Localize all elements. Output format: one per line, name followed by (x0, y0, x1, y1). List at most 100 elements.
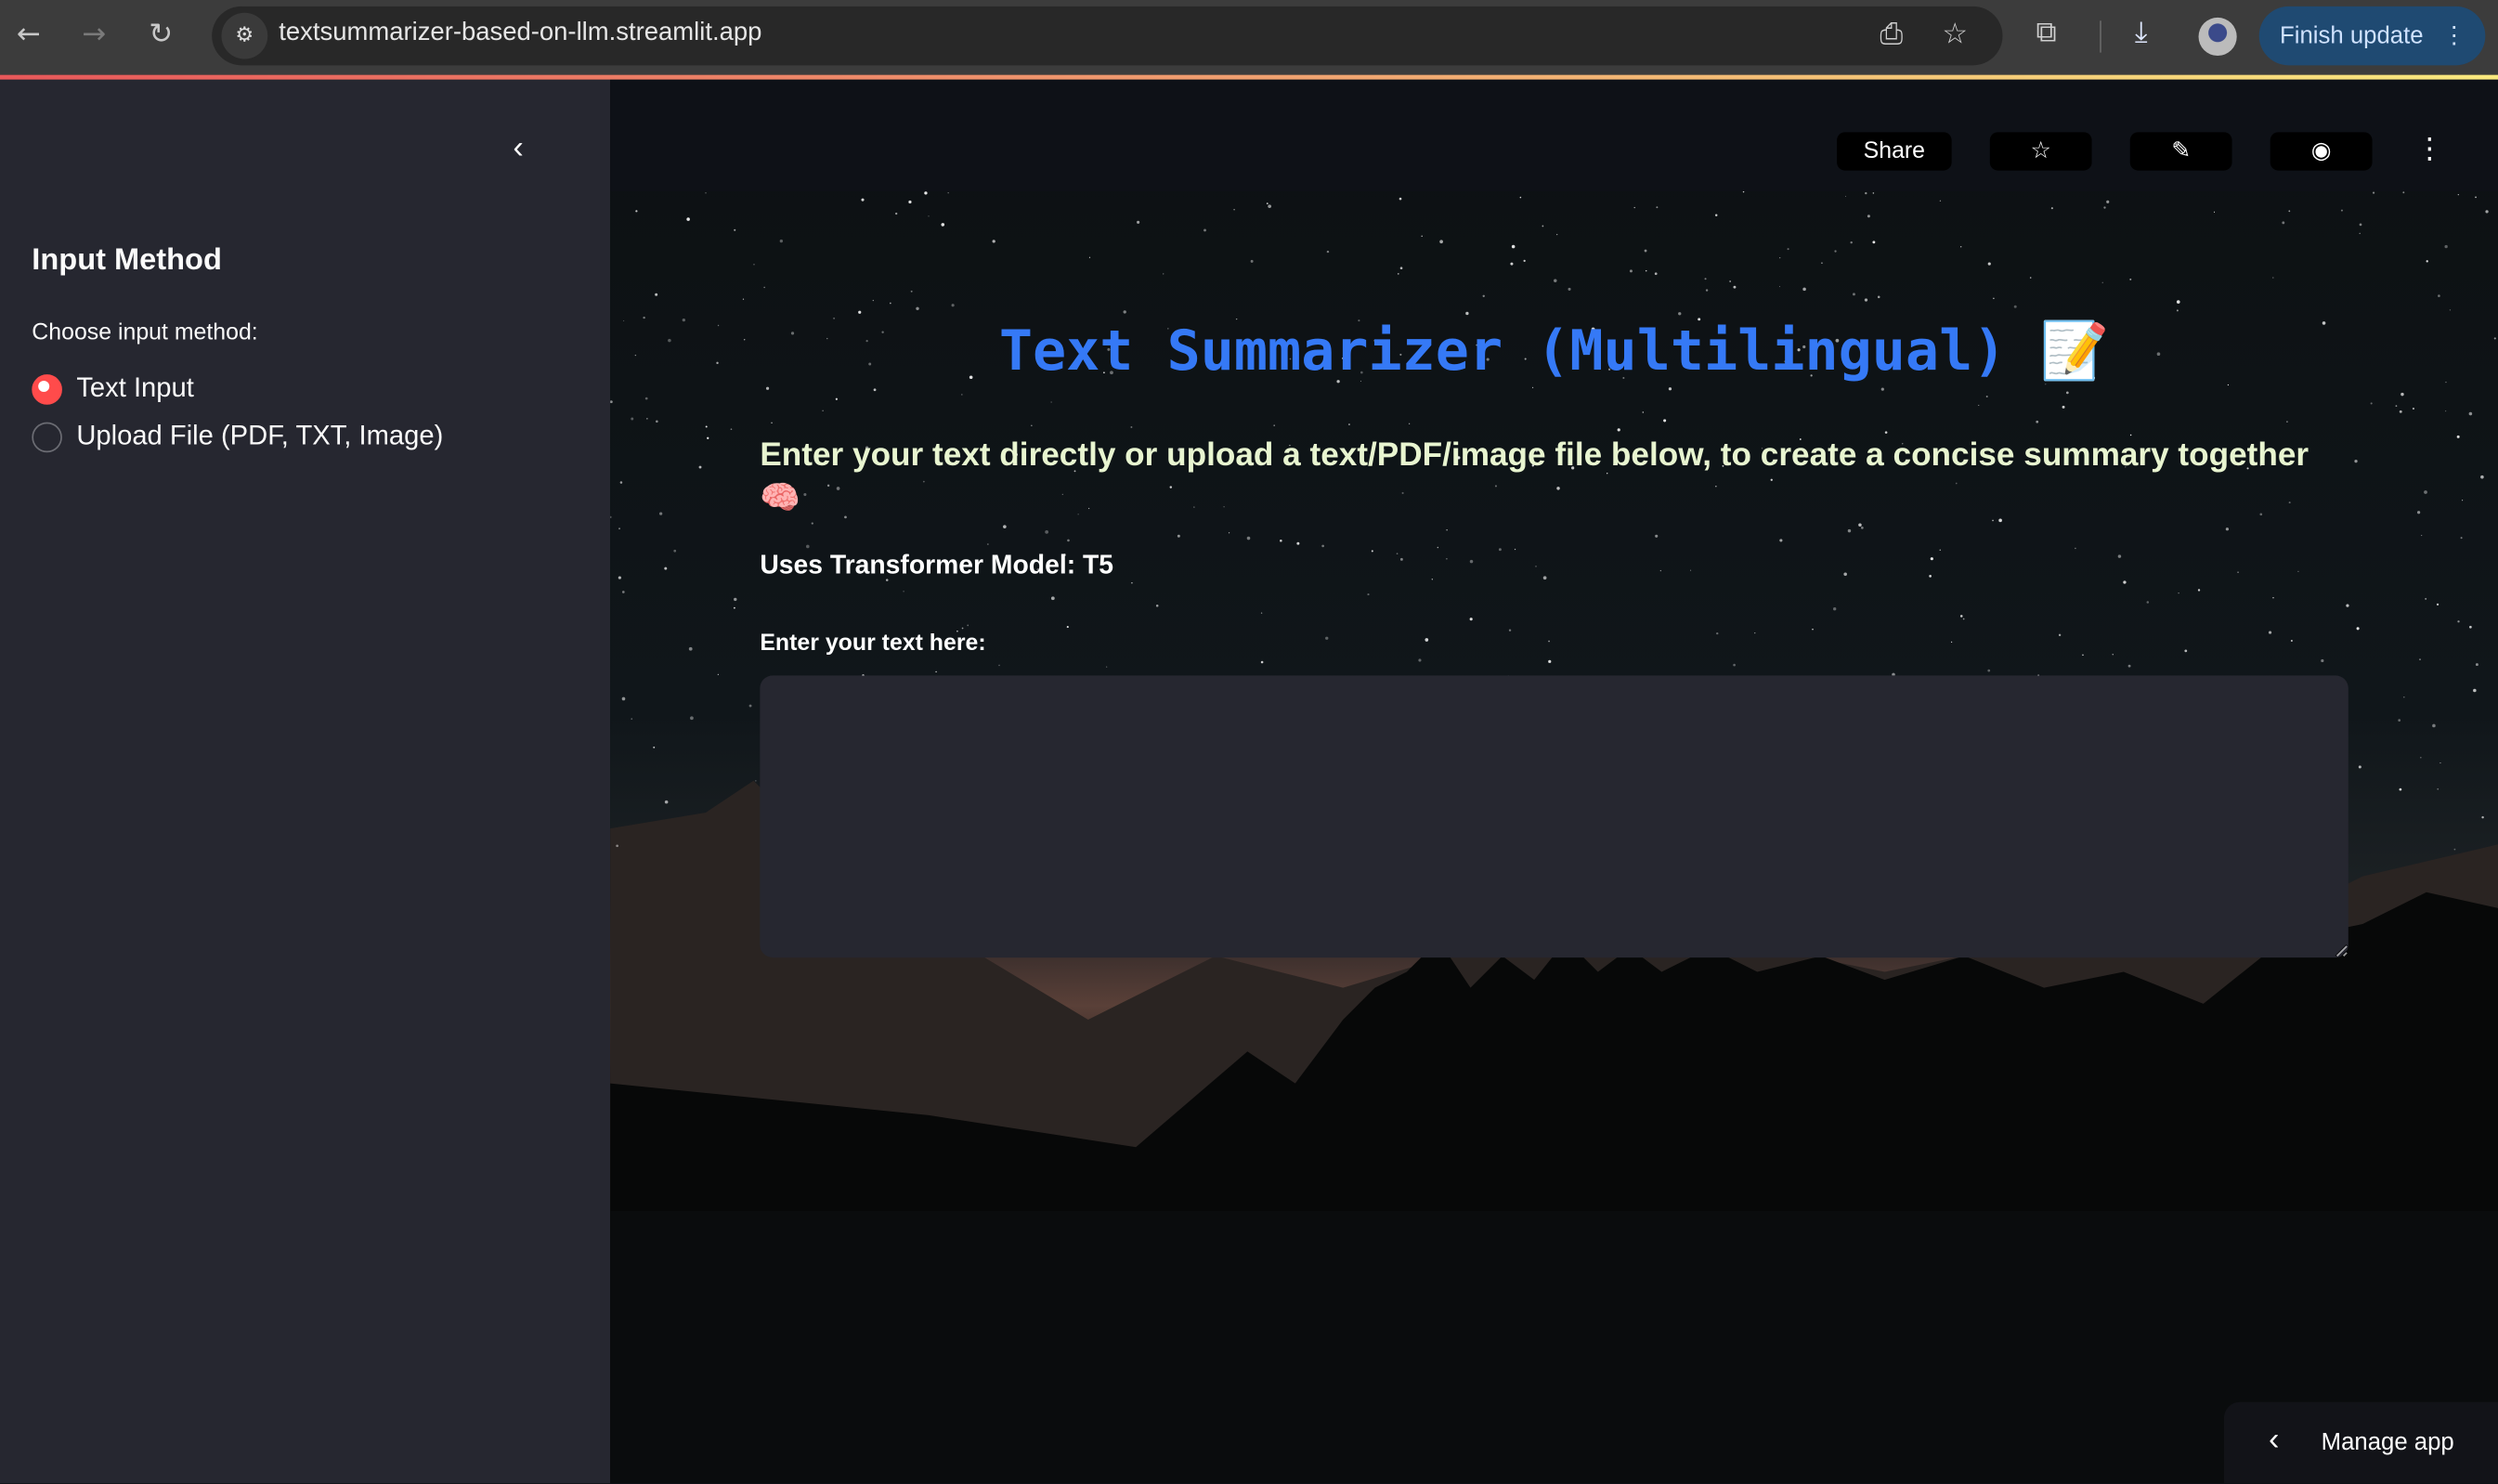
star (903, 591, 904, 592)
profile-avatar[interactable] (2198, 17, 2237, 57)
star (705, 425, 708, 428)
star (646, 418, 648, 420)
forward-arrow-icon[interactable]: → (75, 16, 113, 54)
star (2297, 570, 2299, 573)
star (2475, 663, 2478, 667)
star (2225, 527, 2230, 531)
star (763, 286, 765, 289)
lake-reflection (610, 1210, 2498, 1484)
star (2268, 631, 2272, 634)
star (992, 240, 995, 243)
star (631, 417, 634, 421)
star (1642, 411, 1645, 413)
finish-update-button[interactable]: Finish update ⋮ (2258, 6, 2486, 66)
star (1704, 278, 1707, 280)
star (1554, 279, 1557, 283)
extensions-icon[interactable]: ⧉ (2036, 16, 2057, 49)
star (1498, 548, 1502, 552)
url-text[interactable]: textsummarizer-based-on-llm.streamlit.ap… (279, 20, 761, 48)
star (2473, 688, 2477, 693)
star (2062, 405, 2065, 409)
star (811, 522, 813, 525)
star (2480, 475, 2484, 479)
star (2468, 411, 2473, 416)
radio-upload-file[interactable]: Upload File (PDF, TXT, Image) (32, 419, 443, 454)
star (1325, 636, 1329, 640)
main-content: Share ☆ ✎ ◉ ⋮ Text Summarizer (Multiling… (610, 79, 2498, 1484)
star (779, 239, 783, 243)
star (941, 223, 945, 227)
edit-button[interactable]: ✎ (2129, 132, 2232, 171)
star (1629, 269, 1633, 273)
bookmark-star-icon[interactable]: ☆ (1942, 18, 1968, 51)
star (659, 512, 663, 515)
star (1654, 272, 1658, 276)
radio-unselected-icon[interactable] (32, 421, 62, 452)
star (1754, 631, 1756, 634)
star (1742, 190, 1745, 193)
star (1425, 638, 1429, 642)
star (1130, 425, 1133, 428)
star (1867, 215, 1870, 218)
star (1399, 197, 1402, 201)
star (2445, 410, 2447, 412)
star (2346, 604, 2349, 607)
share-button[interactable]: Share (1837, 132, 1952, 171)
star (707, 436, 709, 439)
back-arrow-icon[interactable]: ← (9, 16, 47, 54)
star (951, 304, 955, 307)
star (1951, 641, 1953, 643)
kebab-menu-icon[interactable]: ⋮ (2442, 7, 2466, 65)
star (655, 293, 658, 296)
star (2117, 554, 2122, 558)
star (1296, 541, 1300, 545)
star (2146, 601, 2150, 604)
star (1280, 539, 1282, 542)
star (2127, 664, 2131, 668)
star (1833, 607, 1837, 611)
star (2456, 435, 2460, 438)
collapse-sidebar-icon[interactable]: ‹ (513, 131, 523, 167)
star (1865, 191, 1867, 195)
star (889, 302, 891, 305)
app-header: Share ☆ ✎ ◉ ⋮ (610, 79, 2498, 191)
text-input-area[interactable] (760, 675, 2348, 958)
download-icon[interactable]: ⤓ (2135, 16, 2148, 49)
star (2436, 603, 2439, 606)
page-subtitle: Enter your text directly or upload a tex… (760, 436, 2309, 516)
star (1633, 206, 1635, 209)
star (1519, 196, 1522, 199)
site-settings-icon[interactable]: ⚙ (221, 12, 268, 59)
star (2424, 490, 2427, 494)
install-app-icon[interactable]: ⎙ (1880, 18, 1903, 51)
finish-update-label: Finish update (2280, 22, 2424, 50)
manage-app-button[interactable]: ‹ Manage app (2223, 1401, 2498, 1484)
star (2485, 210, 2489, 214)
star (1465, 311, 1469, 316)
star (1123, 310, 1126, 314)
star (1714, 214, 1718, 217)
star (1690, 569, 1692, 571)
star-button[interactable]: ☆ (1989, 132, 2092, 171)
reload-icon[interactable]: ↻ (142, 16, 180, 54)
star (1273, 424, 1275, 426)
star (1861, 527, 1864, 529)
star (908, 200, 912, 204)
star (1787, 248, 1789, 251)
radio-text-input[interactable]: Text Input (32, 371, 194, 407)
model-info: Uses Transformer Model: T5 (760, 551, 1114, 580)
star (1872, 192, 1875, 194)
kebab-menu-icon[interactable]: ⋮ (2415, 132, 2444, 165)
star (1853, 293, 1855, 296)
star (1668, 387, 1672, 391)
address-bar[interactable]: ⚙ textsummarizer-based-on-llm.streamlit.… (212, 6, 2003, 66)
github-button[interactable]: ◉ (2270, 132, 2373, 171)
star (631, 718, 633, 720)
star (2403, 696, 2405, 698)
star (621, 591, 625, 593)
radio-selected-icon[interactable] (32, 373, 62, 404)
star (1399, 557, 1403, 561)
star (635, 210, 638, 213)
star (610, 515, 612, 519)
star (2359, 232, 2361, 234)
